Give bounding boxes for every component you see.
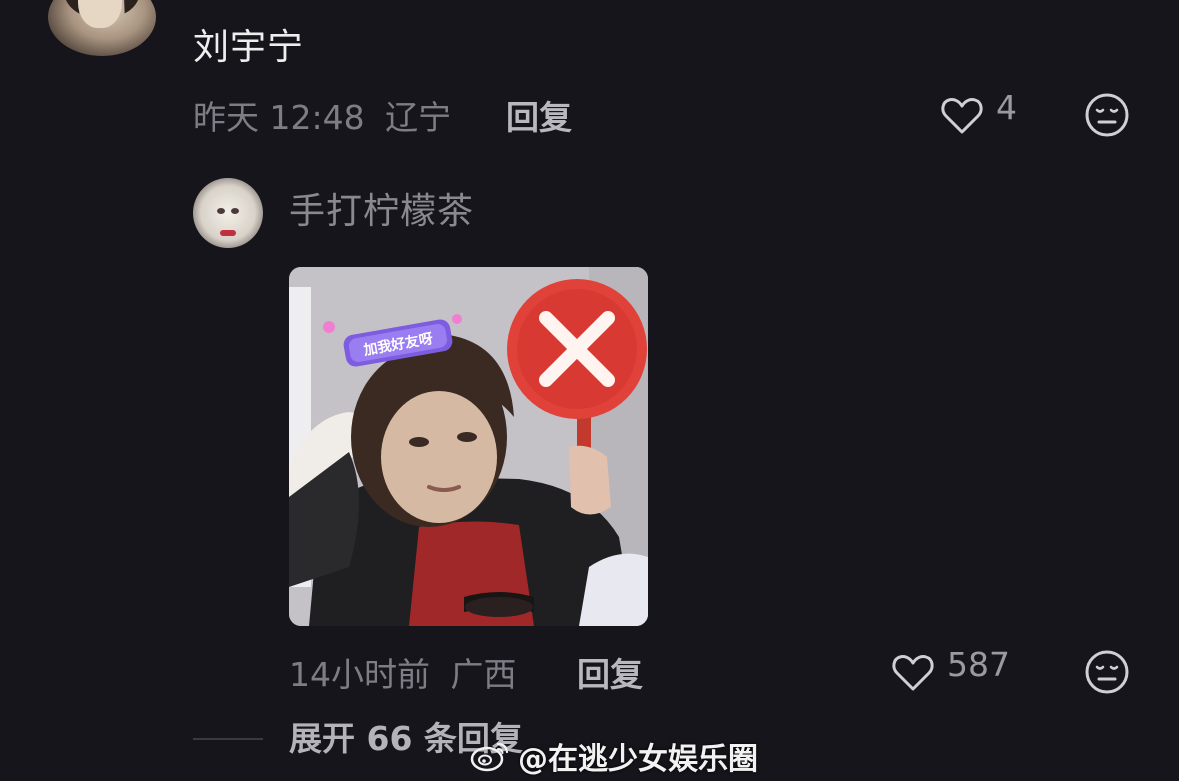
reply-avatar[interactable] [193, 178, 263, 248]
avatar[interactable] [48, 0, 156, 56]
meme-illustration: 加我好友呀 [289, 267, 648, 626]
neutral-face-icon [1085, 650, 1129, 694]
like-button[interactable] [938, 91, 986, 143]
thread-divider [193, 738, 263, 740]
reply-location: 广西 [450, 655, 517, 694]
reply-username[interactable]: 手打柠檬茶 [289, 182, 474, 234]
comment-meta: 昨天 12:48 辽宁 [193, 91, 451, 139]
comment-time: 昨天 12:48 [193, 98, 365, 137]
heart-outline-icon [892, 655, 934, 691]
dislike-button[interactable] [1083, 648, 1131, 700]
like-count: 4 [996, 88, 1017, 127]
watermark: @在逃少女娱乐圈 [470, 734, 758, 778]
avatar-bow [220, 230, 236, 236]
comment-location: 辽宁 [385, 98, 452, 137]
weibo-logo-icon [470, 742, 509, 772]
reply-time: 14小时前 [289, 655, 430, 694]
heart-outline-icon [941, 98, 983, 134]
like-count: 587 [947, 645, 1010, 684]
avatar-face [78, 0, 122, 28]
like-button[interactable] [889, 648, 937, 700]
reply-button[interactable]: 回复 [577, 648, 643, 696]
watermark-text: @在逃少女娱乐圈 [518, 742, 758, 777]
reply-meta: 14小时前 广西 [289, 648, 517, 696]
dislike-button[interactable] [1083, 91, 1131, 143]
neutral-face-icon [1085, 93, 1129, 137]
meme-image[interactable]: 加我好友呀 [289, 267, 648, 626]
comment-username[interactable]: 刘宇宁 [193, 18, 304, 70]
avatar-eye [231, 208, 239, 214]
avatar-eye [217, 208, 225, 214]
reply-button[interactable]: 回复 [506, 91, 572, 139]
